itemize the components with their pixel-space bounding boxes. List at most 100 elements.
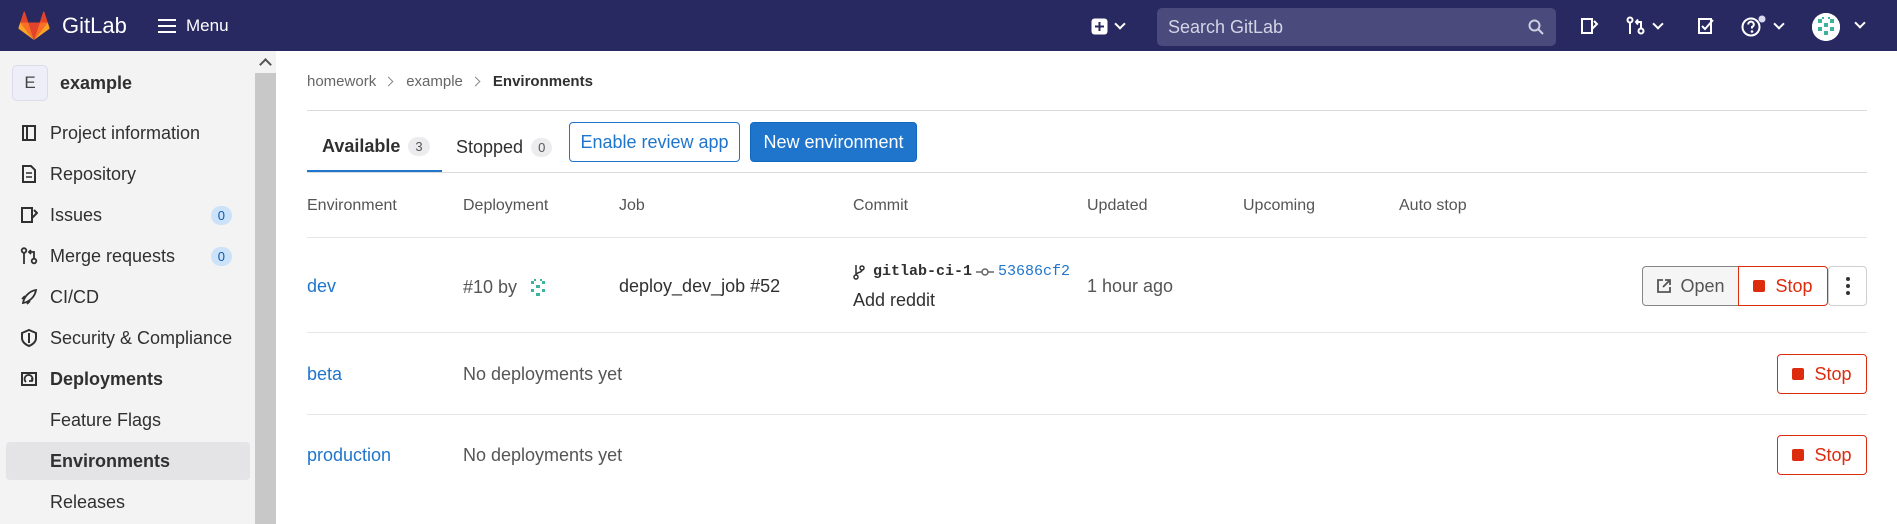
no-deployments-text: No deployments yet: [463, 445, 623, 465]
new-environment-button[interactable]: New environment: [750, 122, 917, 162]
search-input[interactable]: [1157, 8, 1556, 46]
identicon-icon: [1812, 13, 1840, 41]
sidebar-item-issues[interactable]: Issues 0: [6, 196, 250, 234]
issues-icon: [21, 207, 38, 223]
deployments-icon: [21, 372, 37, 386]
commit-message[interactable]: Add reddit: [853, 290, 935, 311]
column-header-environment: Environment: [307, 197, 397, 214]
stop-icon: [1753, 280, 1766, 292]
column-header-updated: Updated: [1087, 197, 1148, 214]
top-navbar: GitLab Menu: [0, 0, 1897, 51]
scroll-up-arrow-icon[interactable]: [255, 51, 276, 73]
updated-time: 1 hour ago: [1087, 276, 1174, 296]
chevron-right-icon: [470, 76, 481, 87]
environment-link-beta[interactable]: beta: [307, 364, 342, 385]
branch-icon: [853, 264, 865, 280]
stop-environment-button[interactable]: Stop: [1777, 354, 1867, 394]
info-icon: [22, 125, 36, 141]
more-actions-button[interactable]: [1828, 266, 1867, 306]
sidebar-item-label: Releases: [50, 491, 126, 512]
sidebar-item-environments[interactable]: Environments: [6, 442, 250, 480]
column-header-upcoming: Upcoming: [1243, 197, 1316, 214]
column-header-job: Job: [619, 197, 645, 214]
new-dropdown-button[interactable]: [1091, 15, 1126, 37]
issues-nav-button[interactable]: [1579, 15, 1599, 37]
sidebar-item-label: Issues: [50, 204, 103, 225]
stop-label: Stop: [1814, 363, 1852, 384]
breadcrumb: homework example Environments: [307, 73, 593, 90]
todos-nav-button[interactable]: [1697, 15, 1715, 37]
enable-review-app-button[interactable]: Enable review app: [569, 122, 740, 162]
deployment-cell: #10 by: [463, 276, 551, 300]
breadcrumb-item[interactable]: homework: [307, 73, 376, 90]
sidebar-scrollbar[interactable]: [255, 51, 276, 524]
tab-stopped[interactable]: Stopped 0: [456, 122, 553, 172]
column-header-commit: Commit: [853, 197, 909, 214]
sidebar-item-label: Merge requests: [50, 245, 176, 266]
breadcrumb-item[interactable]: example: [406, 73, 463, 90]
stop-environment-button[interactable]: Stop: [1777, 435, 1867, 475]
tab-count-badge: 0: [531, 137, 553, 157]
merge-request-icon: [20, 247, 38, 265]
sidebar-item-cicd[interactable]: CI/CD: [6, 278, 250, 316]
sidebar-item-deployments[interactable]: Deployments: [6, 360, 250, 398]
environment-link-dev[interactable]: dev: [307, 276, 336, 297]
sidebar-item-label: Feature Flags: [50, 409, 162, 430]
branch-name[interactable]: gitlab-ci-1: [873, 263, 972, 280]
deployment-number[interactable]: #10 by: [463, 277, 517, 297]
stop-icon: [1792, 449, 1805, 461]
divider: [307, 172, 1867, 173]
hamburger-icon: [158, 19, 176, 33]
project-name: example: [60, 72, 133, 93]
gitlab-logo-icon[interactable]: [18, 11, 50, 41]
chevron-down-icon: [1652, 18, 1664, 30]
kebab-dot-icon: [1845, 277, 1850, 281]
sidebar-item-label: Security & Compliance: [50, 327, 233, 348]
tab-available[interactable]: Available 3: [307, 122, 442, 172]
brand-name[interactable]: GitLab: [62, 13, 127, 39]
sidebar-item-label: Environments: [50, 450, 171, 471]
merge-requests-count-badge: 0: [210, 247, 232, 266]
project-avatar: E: [12, 65, 48, 101]
environment-link-production[interactable]: production: [307, 445, 391, 466]
open-label: Open: [1680, 275, 1725, 296]
sidebar-item-label: Repository: [50, 163, 137, 184]
sidebar-project-header[interactable]: E example: [12, 64, 132, 102]
search-icon: [1528, 19, 1544, 35]
commit-info: gitlab-ci-1 53686cf2: [853, 263, 1070, 280]
sidebar-item-label: Deployments: [50, 368, 164, 389]
menu-label: Menu: [186, 16, 229, 35]
merge-request-icon: [1626, 16, 1645, 35]
no-deployments-text: No deployments yet: [463, 364, 623, 384]
breadcrumb-current[interactable]: Environments: [493, 73, 593, 90]
commit-sha-link[interactable]: 53686cf2: [998, 263, 1070, 280]
merge-requests-nav-button[interactable]: [1626, 15, 1664, 37]
issues-count-badge: 0: [210, 206, 232, 225]
sidebar-item-merge-requests[interactable]: Merge requests 0: [6, 237, 250, 275]
sidebar-item-label: Project information: [50, 122, 201, 143]
chevron-right-icon: [383, 76, 394, 87]
divider: [307, 110, 1867, 111]
sidebar-item-project-information[interactable]: Project information: [6, 114, 250, 152]
sidebar-item-security-compliance[interactable]: Security & Compliance: [6, 319, 250, 357]
external-link-icon: [1657, 279, 1672, 293]
stop-label: Stop: [1814, 444, 1852, 465]
tab-label: Stopped: [456, 136, 524, 157]
tab-label: Available: [322, 135, 401, 156]
sidebar-item-repository[interactable]: Repository: [6, 155, 250, 193]
sidebar-item-releases[interactable]: Releases: [6, 483, 250, 521]
user-avatar[interactable]: [1812, 13, 1840, 41]
chevron-down-icon: [1773, 18, 1785, 30]
search-box[interactable]: [1157, 8, 1556, 46]
chevron-down-icon: [1114, 18, 1126, 30]
menu-button[interactable]: Menu: [158, 14, 229, 38]
deployer-avatar[interactable]: [526, 276, 551, 300]
stop-environment-button[interactable]: Stop: [1738, 266, 1828, 306]
help-nav-button[interactable]: [1741, 15, 1785, 37]
job-link[interactable]: deploy_dev_job #52: [619, 276, 780, 297]
divider: [307, 332, 1867, 333]
open-environment-button[interactable]: Open: [1642, 266, 1739, 306]
commit-icon: [976, 267, 995, 276]
sidebar-item-feature-flags[interactable]: Feature Flags: [6, 401, 250, 439]
chevron-down-icon[interactable]: [1854, 17, 1866, 29]
